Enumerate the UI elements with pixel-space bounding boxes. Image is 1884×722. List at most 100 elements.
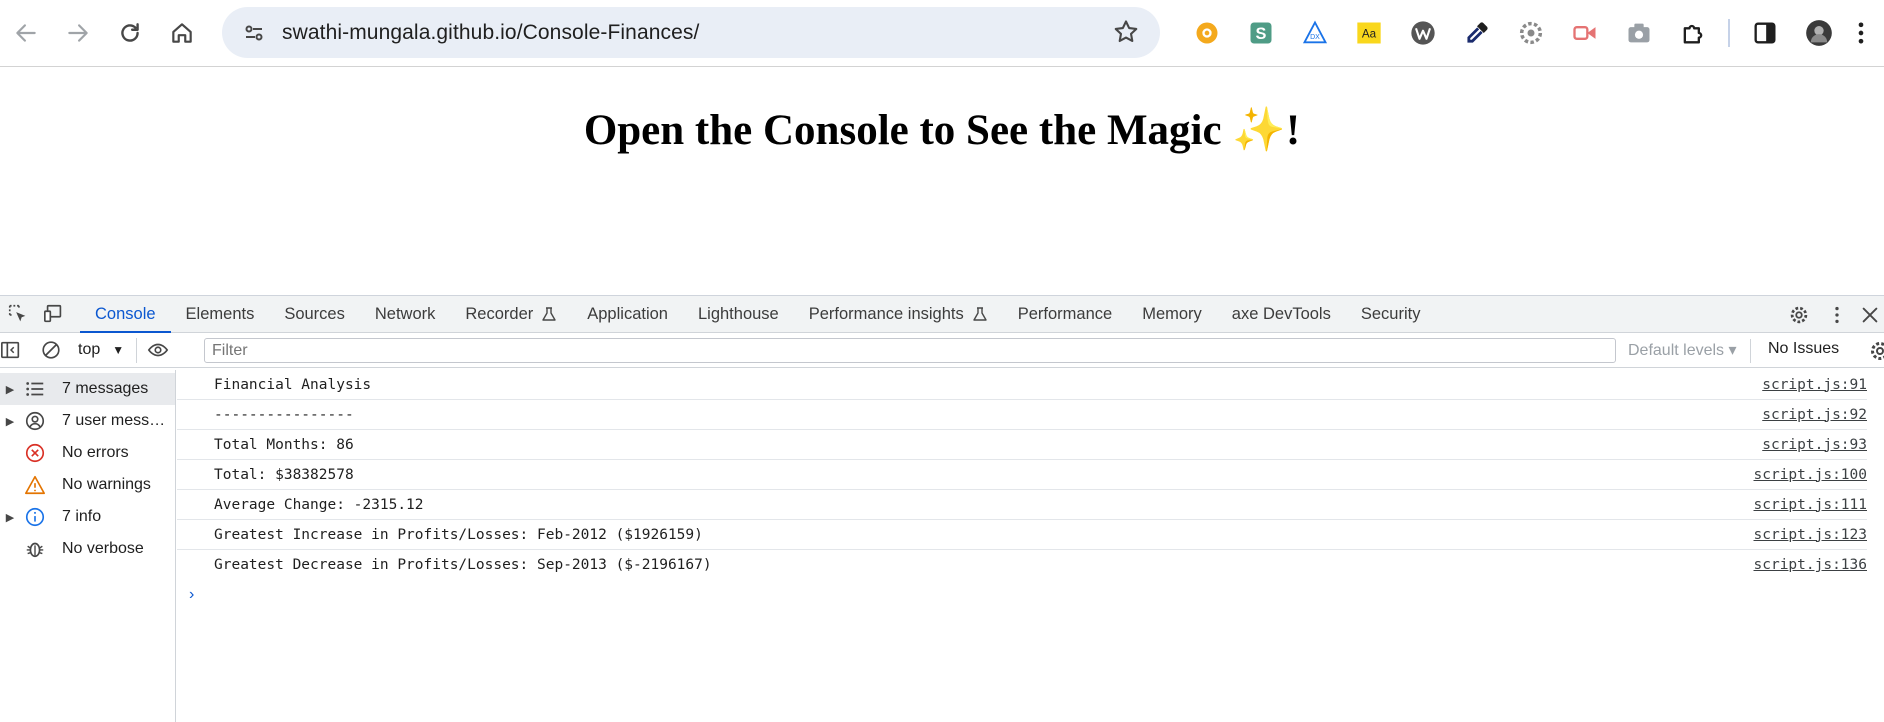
side-panel-icon — [1751, 19, 1779, 47]
log-message: Total: $38382578 — [214, 467, 354, 483]
console-settings-gear-icon[interactable] — [1868, 339, 1884, 363]
toolbar-divider — [1728, 19, 1730, 47]
toggle-sidebar-button[interactable] — [0, 333, 22, 367]
flask-icon — [541, 306, 557, 322]
color-picker-icon — [1463, 19, 1491, 47]
context-selector[interactable]: top ▼ — [68, 338, 137, 363]
log-entry: Total Months: 86 script.js:93 — [177, 430, 1867, 460]
url-text[interactable]: swathi-mungala.github.io/Console-Finance… — [282, 21, 699, 45]
extension-button[interactable] — [1450, 10, 1504, 56]
log-source-link[interactable]: script.js:111 — [1754, 497, 1868, 513]
log-message: Average Change: -2315.12 — [214, 497, 424, 513]
sidebar-item-info[interactable]: ▶ 7 info — [0, 501, 175, 533]
sidebar-item-messages[interactable]: ▶ 7 messages — [0, 373, 175, 405]
back-arrow-icon — [13, 20, 39, 46]
tab-elements[interactable]: Elements — [171, 296, 270, 332]
filter-input[interactable] — [204, 338, 1616, 363]
forward-arrow-icon — [65, 20, 91, 46]
caret-down-icon: ▼ — [112, 343, 124, 357]
tab-console[interactable]: Console — [80, 296, 171, 332]
console-prompt[interactable]: › — [177, 580, 1867, 610]
log-source-link[interactable]: script.js:123 — [1754, 527, 1868, 543]
log-source-link[interactable]: script.js:91 — [1762, 377, 1867, 393]
log-entry: Greatest Decrease in Profits/Losses: Sep… — [177, 550, 1867, 580]
browser-menu-button[interactable] — [1846, 10, 1876, 56]
tab-memory[interactable]: Memory — [1127, 296, 1217, 332]
forward-button[interactable] — [52, 7, 104, 59]
tab-performance-insights[interactable]: Performance insights — [794, 296, 1003, 332]
device-toolbar-button[interactable] — [36, 296, 72, 332]
home-icon — [169, 20, 195, 46]
extension-button[interactable]: DX — [1288, 10, 1342, 56]
log-entry: Total: $38382578 script.js:100 — [177, 460, 1867, 490]
expand-arrow-icon[interactable]: ▶ — [0, 383, 20, 396]
reload-button[interactable] — [104, 7, 156, 59]
clear-console-button[interactable] — [34, 333, 68, 367]
camera-icon — [1625, 19, 1653, 47]
extension-button[interactable] — [1504, 10, 1558, 56]
kebab-menu-icon — [1826, 304, 1848, 326]
extension-button[interactable] — [1180, 10, 1234, 56]
browser-toolbar: swathi-mungala.github.io/Console-Finance… — [0, 0, 1884, 67]
devtools-menu-button[interactable] — [1818, 296, 1856, 333]
tab-recorder[interactable]: Recorder — [450, 296, 572, 332]
tab-network[interactable]: Network — [360, 296, 451, 332]
tab-performance[interactable]: Performance — [1003, 296, 1127, 332]
expand-arrow-icon[interactable]: ▶ — [0, 415, 20, 428]
expand-arrow-icon[interactable]: ▶ — [0, 511, 20, 524]
bookmark-star-icon[interactable] — [1112, 18, 1140, 46]
gear-badge-icon — [1193, 19, 1221, 47]
extension-button[interactable] — [1612, 10, 1666, 56]
inspect-element-button[interactable] — [0, 296, 36, 332]
log-source-link[interactable]: script.js:100 — [1754, 467, 1868, 483]
settings-cog-icon — [1517, 19, 1545, 47]
sidebar-item-user-messages[interactable]: ▶ 7 user messages — [0, 405, 175, 437]
devtools-panel: Console Elements Sources Network Recorde… — [0, 295, 1884, 721]
back-button[interactable] — [0, 7, 52, 59]
log-source-link[interactable]: script.js:136 — [1754, 557, 1868, 573]
tab-sources[interactable]: Sources — [269, 296, 360, 332]
triangle-ext-icon: DX — [1301, 19, 1329, 47]
sidebar-item-label: 7 info — [62, 508, 172, 526]
close-devtools-button[interactable] — [1856, 296, 1884, 333]
devtools-settings-button[interactable] — [1780, 296, 1818, 333]
tab-security[interactable]: Security — [1346, 296, 1436, 332]
reload-icon — [117, 20, 143, 46]
extension-button[interactable]: Aa — [1342, 10, 1396, 56]
devtools-tab-bar: Console Elements Sources Network Recorde… — [0, 296, 1884, 333]
gear-icon — [1788, 304, 1810, 326]
extension-button[interactable] — [1558, 10, 1612, 56]
address-bar[interactable]: swathi-mungala.github.io/Console-Finance… — [222, 7, 1160, 58]
bug-icon — [23, 537, 47, 561]
console-sidebar: ▶ 7 messages ▶ 7 user messages No errors… — [0, 370, 176, 722]
inspect-cursor-icon — [7, 303, 29, 325]
sidebar-item-warnings[interactable]: No warnings — [0, 469, 175, 501]
live-expression-button[interactable] — [141, 333, 175, 367]
extension-button[interactable] — [1396, 10, 1450, 56]
list-icon — [23, 377, 47, 401]
sidebar-item-label: No errors — [62, 444, 172, 462]
profile-button[interactable] — [1792, 10, 1846, 56]
extension-button[interactable]: S — [1234, 10, 1288, 56]
extensions-menu-button[interactable] — [1666, 10, 1720, 56]
tab-recorder-label: Recorder — [465, 305, 533, 324]
log-source-link[interactable]: script.js:93 — [1762, 437, 1867, 453]
sidebar-item-errors[interactable]: No errors — [0, 437, 175, 469]
log-entry: Average Change: -2315.12 script.js:111 — [177, 490, 1867, 520]
log-source-link[interactable]: script.js:92 — [1762, 407, 1867, 423]
log-levels-dropdown[interactable]: Default levels ▾ — [1628, 340, 1737, 360]
sidebar-item-verbose[interactable]: No verbose — [0, 533, 175, 565]
devtools-actions — [1780, 296, 1884, 333]
tab-application[interactable]: Application — [572, 296, 683, 332]
tab-axe-devtools[interactable]: axe DevTools — [1217, 296, 1346, 332]
issues-counter[interactable]: No Issues — [1768, 340, 1839, 358]
wappalyzer-icon — [1409, 19, 1437, 47]
side-panel-button[interactable] — [1738, 10, 1792, 56]
eye-icon — [147, 339, 169, 361]
close-icon — [1859, 304, 1881, 326]
console-toolbar: top ▼ Default levels ▾ No Issues — [0, 333, 1884, 368]
tab-lighthouse[interactable]: Lighthouse — [683, 296, 794, 332]
font-aa-icon: Aa — [1355, 19, 1383, 47]
site-info-button[interactable] — [234, 13, 274, 53]
home-button[interactable] — [156, 7, 208, 59]
